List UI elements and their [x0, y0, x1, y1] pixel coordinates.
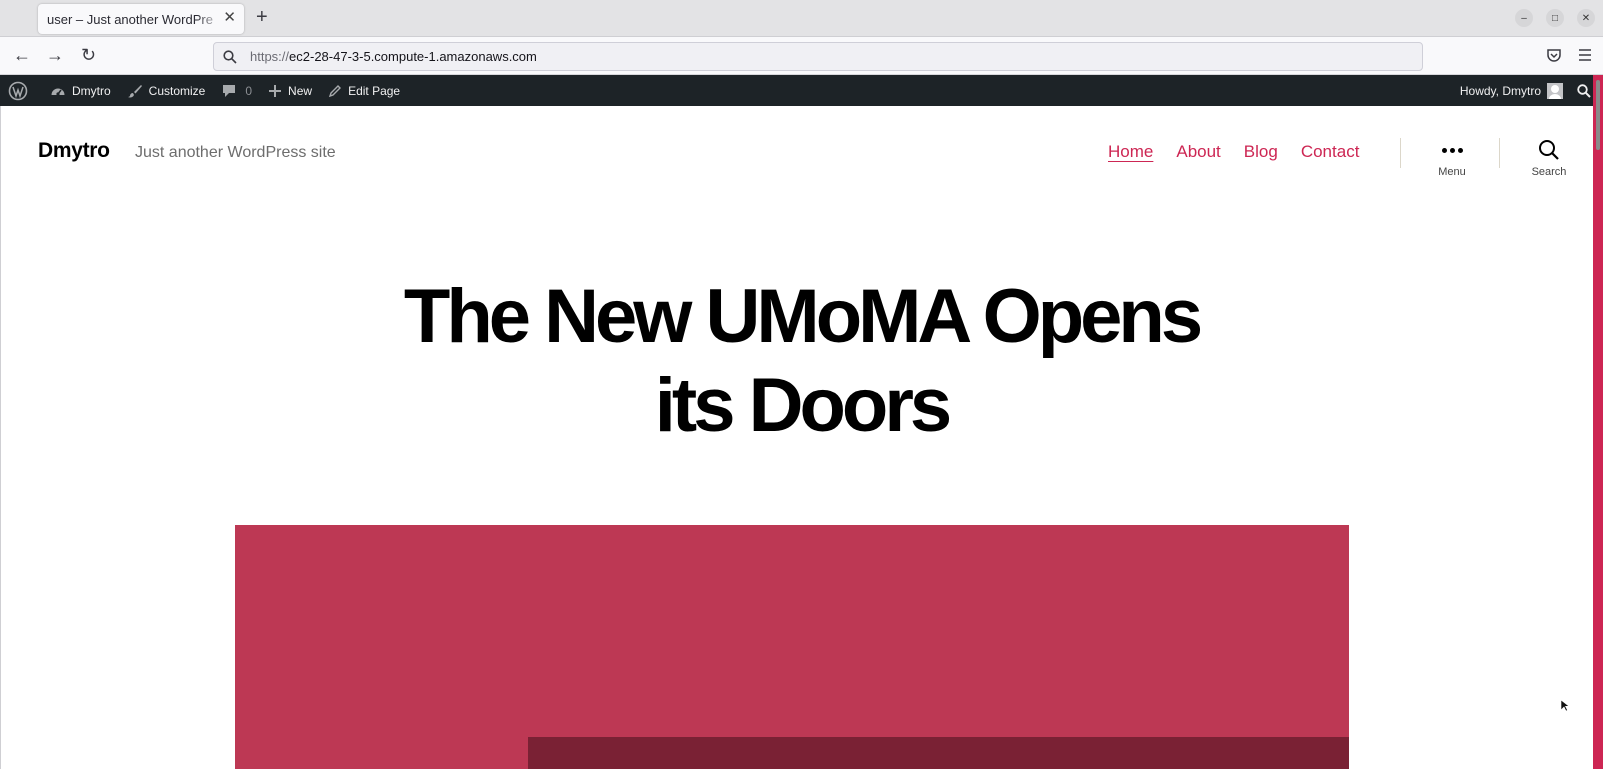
featured-media-inner-block — [528, 737, 1349, 769]
back-button[interactable]: ← — [13, 45, 31, 65]
comments-count: 0 — [245, 83, 253, 98]
edit-page-label: Edit Page — [348, 83, 401, 98]
wp-admin-bar: Dmytro Customize 0 New Edit Page Howdy, … — [0, 75, 1603, 106]
minimize-window-button[interactable]: – — [1515, 9, 1533, 27]
dashboard-icon — [51, 88, 65, 96]
menu-item-blog[interactable]: Blog — [1244, 142, 1278, 162]
scrollbar-thumb[interactable] — [1596, 80, 1600, 150]
browser-tab[interactable]: user – Just another WordPre ✕ — [38, 4, 244, 34]
menu-toggle-button[interactable]: Menu — [1422, 138, 1482, 178]
url-protocol: https:// — [250, 49, 290, 64]
search-toggle-label: Search — [1531, 166, 1567, 178]
menu-item-home[interactable]: Home — [1108, 142, 1153, 162]
ellipsis-icon — [1422, 138, 1482, 162]
edit-page-link[interactable]: Edit Page — [320, 75, 408, 106]
page-title-line-2: its Doors — [654, 363, 952, 448]
maximize-window-button[interactable]: □ — [1546, 9, 1564, 27]
howdy-account-menu[interactable]: Howdy, Dmytro — [1460, 84, 1541, 98]
wp-logo-menu[interactable] — [0, 75, 42, 106]
brush-icon — [127, 84, 142, 97]
admin-search-icon[interactable] — [1577, 83, 1591, 98]
site-name-menu[interactable]: Dmytro — [42, 75, 119, 106]
site-name-label: Dmytro — [72, 83, 111, 98]
pocket-icon[interactable] — [1546, 47, 1562, 68]
hamburger-menu-icon[interactable] — [1577, 47, 1593, 68]
header-divider — [1400, 138, 1401, 168]
customize-label: Customize — [148, 83, 206, 98]
forward-button[interactable]: → — [46, 45, 64, 65]
scrollbar-track[interactable] — [1593, 75, 1603, 769]
browser-tab-bar: user – Just another WordPre ✕ + – □ ✕ — [0, 0, 1603, 37]
site-title[interactable]: Dmytro — [38, 139, 110, 163]
page-title: The New UMoMA Opens its Doors — [0, 272, 1603, 450]
search-icon — [223, 49, 237, 64]
avatar[interactable] — [1547, 82, 1563, 99]
plus-icon — [269, 84, 282, 97]
menu-item-contact[interactable]: Contact — [1301, 142, 1360, 162]
site-header: Dmytro Just another WordPress site Home … — [0, 106, 1593, 206]
search-toggle-button[interactable]: Search — [1519, 138, 1579, 178]
url-host: ec2-28-47-3-5.compute-1.amazonaws.com — [289, 49, 537, 64]
close-window-button[interactable]: ✕ — [1577, 9, 1595, 27]
address-bar[interactable]: https://ec2-28-47-3-5.compute-1.amazonaw… — [213, 42, 1423, 71]
page-title-line-1: The New UMoMA Opens — [403, 274, 1203, 359]
tab-title: user – Just another WordPre — [47, 11, 213, 27]
search-icon — [1519, 138, 1579, 162]
primary-menu: Home About Blog Contact — [1108, 142, 1359, 162]
site-description: Just another WordPress site — [135, 144, 336, 161]
comment-icon — [223, 84, 236, 97]
customize-link[interactable]: Customize — [119, 75, 214, 106]
menu-item-about[interactable]: About — [1176, 142, 1220, 162]
wordpress-logo-icon — [8, 81, 28, 100]
new-content-menu[interactable]: New — [260, 75, 320, 106]
pencil-icon — [328, 84, 342, 97]
reload-button[interactable]: ↻ — [81, 45, 96, 65]
new-label: New — [288, 83, 313, 98]
header-divider — [1499, 138, 1500, 168]
new-tab-button[interactable]: + — [256, 7, 268, 27]
menu-toggle-label: Menu — [1438, 166, 1466, 178]
featured-media-block — [235, 525, 1349, 769]
comments-link[interactable]: 0 — [213, 75, 260, 106]
url-text: https://ec2-28-47-3-5.compute-1.amazonaw… — [250, 49, 537, 64]
admin-bar-secondary: Howdy, Dmytro — [1460, 75, 1591, 106]
tab-close-icon[interactable]: ✕ — [223, 10, 236, 26]
browser-nav-bar: ← → ↻ https://ec2-28-47-3-5.compute-1.am… — [0, 37, 1603, 75]
mouse-cursor-icon — [1561, 700, 1569, 712]
page-left-edge — [0, 106, 1, 769]
